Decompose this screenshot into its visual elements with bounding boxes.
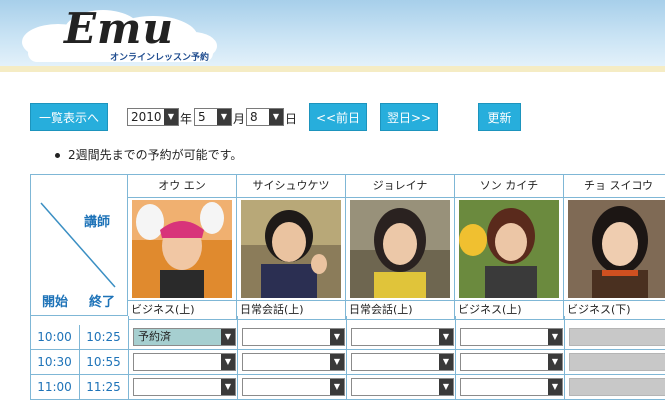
teacher-photo[interactable] xyxy=(455,198,563,301)
booking-select[interactable]: ▼ xyxy=(242,353,345,371)
teacher-column: オウ エン ビジネス(上) xyxy=(128,174,237,320)
table-row: 10:30 10:55 ▼ ▼ ▼ ▼ xyxy=(30,350,665,375)
month-unit: 月 xyxy=(233,112,246,126)
month-value: 5 xyxy=(198,110,206,124)
day-select[interactable]: 8 ▼ xyxy=(246,108,284,126)
booking-select[interactable]: 予約済 ▼ xyxy=(133,328,236,346)
booking-select-disabled xyxy=(569,378,665,396)
booking-notice: 2週間先までの予約が可能です。 xyxy=(55,146,242,163)
booking-select-disabled xyxy=(569,328,665,346)
chevron-down-icon: ▼ xyxy=(548,379,562,395)
teacher-photo[interactable] xyxy=(128,198,236,301)
teacher-course: ビジネス(上) xyxy=(455,301,563,320)
logo-subtitle: オンラインレッスン予約 xyxy=(110,53,210,63)
chevron-down-icon: ▼ xyxy=(217,109,231,125)
teacher-portrait-image xyxy=(132,200,232,298)
booking-select[interactable]: ▼ xyxy=(133,353,236,371)
day-unit: 日 xyxy=(285,112,298,126)
end-header-label: 終了 xyxy=(89,295,116,310)
table-row: 10:00 10:25 予約済 ▼ ▼ ▼ ▼ xyxy=(30,325,665,350)
booking-select[interactable]: ▼ xyxy=(460,328,563,346)
teacher-portrait-image xyxy=(459,200,559,298)
chevron-down-icon: ▼ xyxy=(164,109,178,125)
table-col-border xyxy=(564,316,565,400)
teacher-portrait-image xyxy=(568,200,665,298)
chevron-down-icon: ▼ xyxy=(439,329,453,345)
booking-select[interactable]: ▼ xyxy=(460,353,563,371)
start-time: 10:30 xyxy=(30,350,80,374)
chevron-down-icon: ▼ xyxy=(439,354,453,370)
chevron-down-icon: ▼ xyxy=(221,379,235,395)
teacher-column: ソン カイチ ビジネス(上) xyxy=(455,174,564,320)
booking-select[interactable]: ▼ xyxy=(460,378,563,396)
chevron-down-icon: ▼ xyxy=(439,379,453,395)
teacher-name[interactable]: ソン カイチ xyxy=(455,175,563,198)
end-time: 10:25 xyxy=(79,325,129,349)
site-header: Emu オンラインレッスン予約 xyxy=(0,0,665,72)
day-value: 8 xyxy=(250,110,258,124)
prev-day-button[interactable]: <<前日 xyxy=(309,103,367,131)
end-time: 11:25 xyxy=(79,375,129,399)
list-view-button[interactable]: 一覧表示へ xyxy=(30,103,108,131)
teacher-header-label: 講師 xyxy=(84,215,111,230)
header-divider xyxy=(0,66,665,72)
year-select[interactable]: 2010 ▼ xyxy=(127,108,179,126)
chevron-down-icon: ▼ xyxy=(330,354,344,370)
chevron-down-icon: ▼ xyxy=(330,379,344,395)
teacher-column: チョ スイコウ ビジネス(下) xyxy=(564,174,665,320)
teacher-course: ビジネス(下) xyxy=(564,301,665,320)
end-time: 10:55 xyxy=(79,350,129,374)
teacher-course: 日常会話(上) xyxy=(346,301,454,320)
teacher-portrait-image xyxy=(241,200,341,298)
month-select[interactable]: 5 ▼ xyxy=(194,108,232,126)
teacher-course: ビジネス(上) xyxy=(128,301,236,320)
start-time: 11:00 xyxy=(30,375,80,399)
booking-select-disabled xyxy=(569,353,665,371)
teacher-portrait-image xyxy=(350,200,450,298)
start-time: 10:00 xyxy=(30,325,80,349)
table-row: 11:00 11:25 ▼ ▼ ▼ ▼ xyxy=(30,375,665,400)
teacher-photo[interactable] xyxy=(237,198,345,301)
bullet-icon xyxy=(55,153,60,158)
booking-select[interactable]: ▼ xyxy=(351,378,454,396)
logo-text[interactable]: Emu xyxy=(64,4,174,54)
teacher-name[interactable]: オウ エン xyxy=(128,175,236,198)
teacher-photo[interactable] xyxy=(564,198,665,301)
teacher-column: サイシュウケツ 日常会話(上) xyxy=(237,174,346,320)
table-col-border xyxy=(455,316,456,400)
year-value: 2010 xyxy=(131,110,162,124)
table-left-border xyxy=(30,316,31,400)
start-header-label: 開始 xyxy=(42,295,69,310)
chevron-down-icon: ▼ xyxy=(221,329,235,345)
table-col-border xyxy=(346,316,347,400)
teacher-course: 日常会話(上) xyxy=(237,301,345,320)
year-unit: 年 xyxy=(180,112,193,126)
chevron-down-icon: ▼ xyxy=(269,109,283,125)
booking-select[interactable]: ▼ xyxy=(351,353,454,371)
teacher-name[interactable]: ジョレイナ xyxy=(346,175,454,198)
chevron-down-icon: ▼ xyxy=(330,329,344,345)
booking-select[interactable]: ▼ xyxy=(133,378,236,396)
notice-text: 2週間先までの予約が可能です。 xyxy=(68,148,243,162)
teacher-photo[interactable] xyxy=(346,198,454,301)
booking-select[interactable]: ▼ xyxy=(351,328,454,346)
refresh-button[interactable]: 更新 xyxy=(478,103,521,131)
teacher-column: ジョレイナ 日常会話(上) xyxy=(346,174,455,320)
booking-select[interactable]: ▼ xyxy=(242,328,345,346)
teacher-name[interactable]: チョ スイコウ xyxy=(564,175,665,198)
slot-value: 予約済 xyxy=(138,330,171,343)
next-day-button[interactable]: 翌日>> xyxy=(380,103,438,131)
table-col-border xyxy=(237,316,238,400)
teacher-name[interactable]: サイシュウケツ xyxy=(237,175,345,198)
chevron-down-icon: ▼ xyxy=(221,354,235,370)
chevron-down-icon: ▼ xyxy=(548,354,562,370)
chevron-down-icon: ▼ xyxy=(548,329,562,345)
booking-select[interactable]: ▼ xyxy=(242,378,345,396)
table-col-border xyxy=(128,316,129,400)
